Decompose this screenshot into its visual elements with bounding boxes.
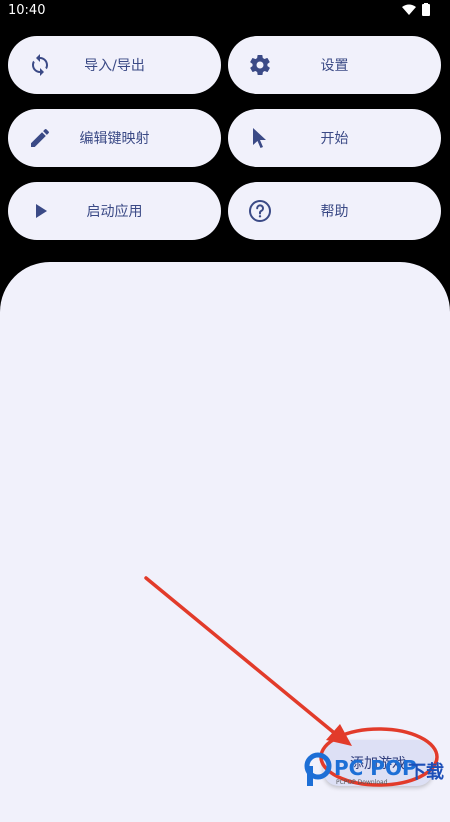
edit-keymap-button[interactable]: 编辑键映射: [8, 109, 221, 167]
start-button[interactable]: 开始: [228, 109, 441, 167]
gear-icon: [250, 54, 270, 76]
pcpop-logo-icon: [304, 752, 332, 786]
help-icon: [249, 200, 271, 222]
watermark-cn: 下载: [408, 762, 444, 783]
sync-icon: [32, 54, 48, 76]
pencil-icon: [31, 128, 49, 147]
play-icon: [36, 204, 47, 218]
watermark-logo: PC POP 下载 PCPOP Download: [304, 752, 444, 792]
status-icons: [402, 3, 430, 16]
help-button[interactable]: 帮助: [228, 182, 441, 240]
import-export-button[interactable]: 导入/导出: [8, 36, 221, 94]
cursor-icon: [253, 128, 266, 148]
game-list-panel: [0, 262, 450, 822]
settings-button[interactable]: 设置: [228, 36, 441, 94]
watermark-brand: PC POP: [334, 756, 417, 780]
wifi-icon: [402, 4, 416, 15]
status-time: 10:40: [8, 3, 46, 18]
watermark-sub: PCPOP Download: [336, 779, 388, 786]
launch-app-button[interactable]: 启动应用: [8, 182, 221, 240]
battery-icon: [422, 3, 430, 16]
status-bar: 10:40: [0, 0, 450, 22]
